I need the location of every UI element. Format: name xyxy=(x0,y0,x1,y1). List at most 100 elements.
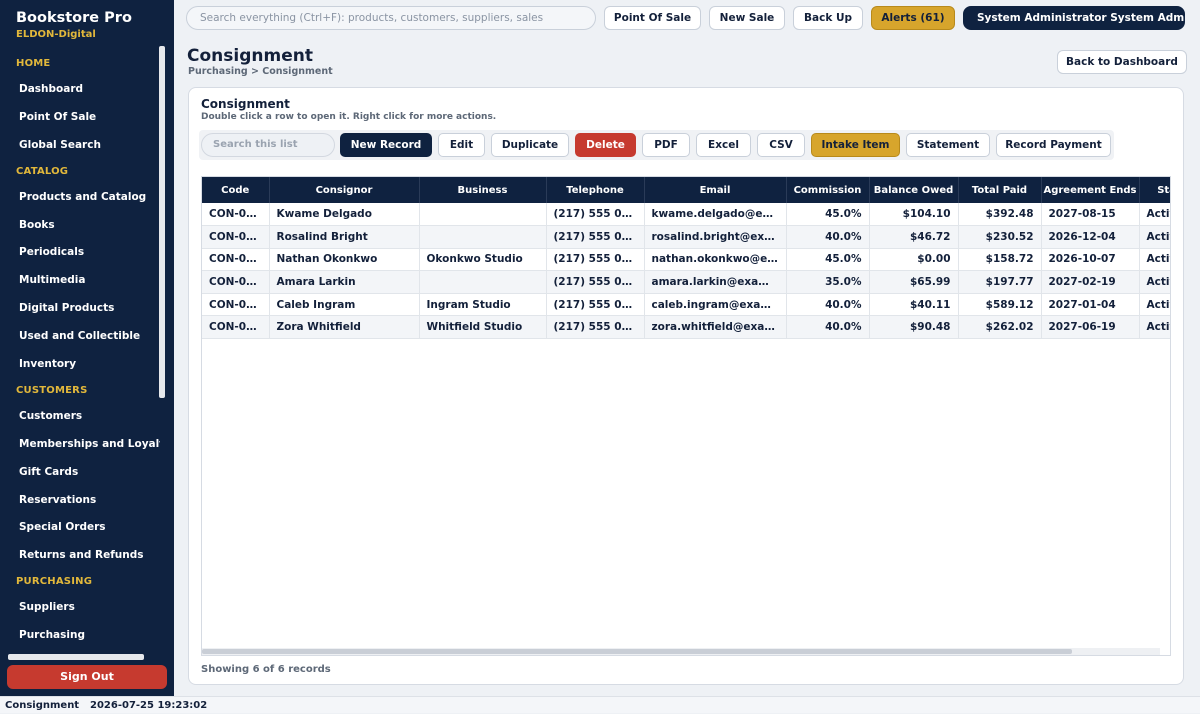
sidebar-item-multimedia[interactable]: Multimedia xyxy=(0,267,160,295)
sidebar-section-purchasing: PURCHASING xyxy=(16,576,93,588)
alerts-button[interactable]: Alerts (61) xyxy=(871,6,955,30)
column-header-agreement-ends[interactable]: Agreement Ends xyxy=(1041,177,1140,203)
column-header-business[interactable]: Business xyxy=(419,177,547,203)
pdf-button[interactable]: PDF xyxy=(642,133,690,157)
sidebar-vertical-scrollbar[interactable] xyxy=(159,46,165,398)
column-header-email[interactable]: Email xyxy=(644,177,787,203)
table-cell: $65.99 xyxy=(869,270,959,294)
table-cell: caleb.ingram@example.com xyxy=(644,293,787,317)
sidebar-section-catalog: CATALOG xyxy=(16,165,69,177)
sidebar-item-products-and-catalog[interactable]: Products and Catalog xyxy=(0,184,160,212)
table-cell: (217) 555 0102 xyxy=(546,225,645,249)
sidebar-item-suppliers[interactable]: Suppliers xyxy=(0,594,160,622)
table-cell: Active xyxy=(1139,203,1170,227)
table-cell: zora.whitfield@example.com xyxy=(644,315,787,340)
back-up-button[interactable]: Back Up xyxy=(793,6,863,30)
breadcrumb: Purchasing > Consignment xyxy=(188,66,333,77)
table-row[interactable]: CON-0001 Kwame Delgado (217) 555 0101 kwame… xyxy=(202,203,1170,227)
column-header-balance-owed[interactable]: Balance Owed xyxy=(869,177,959,203)
back-to-dashboard-button[interactable]: Back to Dashboard xyxy=(1057,50,1187,74)
duplicate-button[interactable]: Duplicate xyxy=(491,133,569,157)
table-cell: (217) 555 0104 xyxy=(546,270,645,294)
sidebar-item-dashboard[interactable]: Dashboard xyxy=(0,76,160,104)
table-cell xyxy=(419,203,547,227)
new-record-button[interactable]: New Record xyxy=(340,133,432,157)
record-payment-button[interactable]: Record Payment xyxy=(996,133,1111,157)
new-sale-button[interactable]: New Sale xyxy=(709,6,785,30)
record-count: Showing 6 of 6 records xyxy=(201,664,331,675)
csv-button[interactable]: CSV xyxy=(757,133,805,157)
table-cell: Nathan Okonkwo xyxy=(269,248,420,272)
intake-item-button[interactable]: Intake Item xyxy=(811,133,900,157)
table-cell: 40.0% xyxy=(786,225,870,249)
sidebar-item-digital-products[interactable]: Digital Products xyxy=(0,295,160,323)
table-cell: Active xyxy=(1139,248,1170,272)
table-cell: $0.00 xyxy=(869,248,959,272)
table-cell: $197.77 xyxy=(958,270,1042,294)
column-header-consignor[interactable]: Consignor xyxy=(269,177,420,203)
table-cell: Kwame Delgado xyxy=(269,203,420,227)
sidebar-item-special-orders[interactable]: Special Orders xyxy=(0,514,160,542)
table-cell: (217) 555 0101 xyxy=(546,203,645,227)
table-cell: $589.12 xyxy=(958,293,1042,317)
table-cell: (217) 555 0106 xyxy=(546,315,645,340)
column-header-status[interactable]: Status xyxy=(1139,177,1170,203)
sidebar-item-global-search[interactable]: Global Search xyxy=(0,132,160,160)
sidebar-item-memberships-and-loyalty[interactable]: Memberships and Loyalty xyxy=(0,431,160,459)
sidebar-item-books[interactable]: Books xyxy=(0,212,160,240)
table-cell: $230.52 xyxy=(958,225,1042,249)
list-search-input[interactable]: Search this list xyxy=(201,133,335,157)
table-horizontal-scrollbar[interactable] xyxy=(202,648,1160,655)
table-cell: 2027-02-19 xyxy=(1041,270,1140,294)
edit-button[interactable]: Edit xyxy=(438,133,485,157)
table-cell: Rosalind Bright xyxy=(269,225,420,249)
table-cell: CON-0003 xyxy=(202,248,270,272)
table-cell: Ingram Studio xyxy=(419,293,547,317)
table-cell: kwame.delgado@example.com xyxy=(644,203,787,227)
sidebar-item-customers[interactable]: Customers xyxy=(0,403,160,431)
sign-out-button[interactable]: Sign Out xyxy=(7,665,167,689)
column-header-total-paid[interactable]: Total Paid xyxy=(958,177,1042,203)
table-cell: 35.0% xyxy=(786,270,870,294)
table-cell: 2026-12-04 xyxy=(1041,225,1140,249)
sidebar: Bookstore Pro ELDON-Digital HOME Dashboar… xyxy=(0,0,174,696)
sidebar-nav: HOME Dashboard Point Of Sale Global Search C… xyxy=(0,52,160,648)
table-cell: Active xyxy=(1139,225,1170,249)
table-cell: CON-0004 xyxy=(202,270,270,294)
table-cell: 45.0% xyxy=(786,203,870,227)
delete-button[interactable]: Delete xyxy=(575,133,636,157)
excel-button[interactable]: Excel xyxy=(696,133,751,157)
table-scroll-thumb[interactable] xyxy=(202,649,1072,654)
global-search-input[interactable]: Search everything (Ctrl+F): products, cu… xyxy=(186,6,596,30)
user-menu-button[interactable]: System Administrator System Administrato… xyxy=(963,6,1185,30)
sidebar-item-purchasing[interactable]: Purchasing xyxy=(0,622,160,648)
column-header-commission[interactable]: Commission xyxy=(786,177,870,203)
table-cell: Okonkwo Studio xyxy=(419,248,547,272)
sidebar-item-returns-and-refunds[interactable]: Returns and Refunds xyxy=(0,542,160,570)
table-cell: CON-0001 xyxy=(202,203,270,227)
sidebar-item-used-and-collectible[interactable]: Used and Collectible xyxy=(0,323,160,351)
status-bar: Consignment 2026-07-25 19:23:02 xyxy=(0,696,1200,713)
table-cell: Caleb Ingram xyxy=(269,293,420,317)
sidebar-item-inventory[interactable]: Inventory xyxy=(0,351,160,379)
table-cell: 40.0% xyxy=(786,293,870,317)
column-header-telephone[interactable]: Telephone xyxy=(546,177,645,203)
statement-button[interactable]: Statement xyxy=(906,133,990,157)
table-header-row: Code Consignor Business Telephone Email Commi… xyxy=(202,177,1170,203)
table-row[interactable]: CON-0003 Nathan Okonkwo Okonkwo Studio (217… xyxy=(202,248,1170,272)
sidebar-item-periodicals[interactable]: Periodicals xyxy=(0,239,160,267)
table-row[interactable]: CON-0006 Zora Whitfield Whitfield Studio (2… xyxy=(202,315,1170,340)
table-row[interactable]: CON-0005 Caleb Ingram Ingram Studio (217) 5… xyxy=(202,293,1170,317)
sidebar-item-reservations[interactable]: Reservations xyxy=(0,487,160,515)
sidebar-horizontal-scrollbar[interactable] xyxy=(8,654,144,660)
sidebar-item-gift-cards[interactable]: Gift Cards xyxy=(0,459,160,487)
table-row[interactable]: CON-0002 Rosalind Bright (217) 555 0102 ros… xyxy=(202,225,1170,249)
table-row[interactable]: CON-0004 Amara Larkin (217) 555 0104 amara.… xyxy=(202,270,1170,294)
sidebar-item-point-of-sale[interactable]: Point Of Sale xyxy=(0,104,160,132)
card-hint: Double click a row to open it. Right cli… xyxy=(201,112,497,122)
table-cell: 2027-08-15 xyxy=(1041,203,1140,227)
table-cell: CON-0002 xyxy=(202,225,270,249)
card-title: Consignment xyxy=(201,97,290,111)
point-of-sale-button[interactable]: Point Of Sale xyxy=(604,6,701,30)
column-header-code[interactable]: Code xyxy=(202,177,270,203)
